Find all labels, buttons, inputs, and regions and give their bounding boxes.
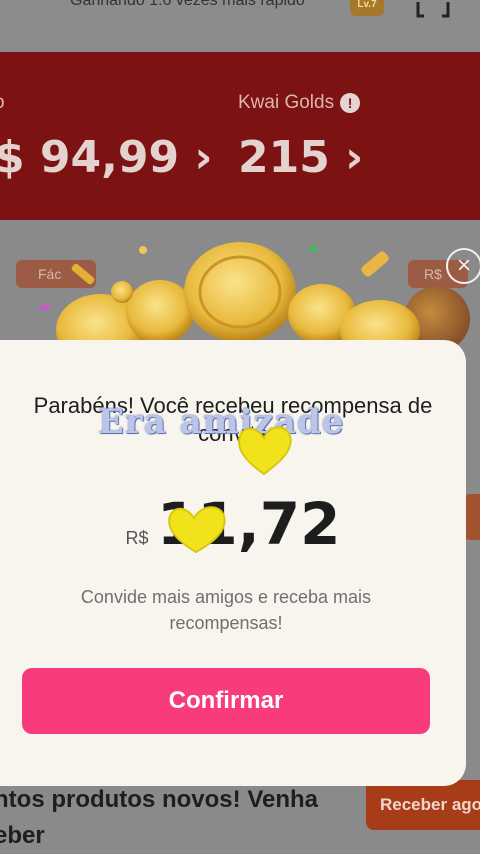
yellow-heart-icon <box>238 426 292 476</box>
footer-promo-text: ntos produtos novos! Venha eber <box>0 786 319 849</box>
golds-label: Kwai Golds <box>238 92 335 113</box>
close-button[interactable]: × <box>446 248 480 284</box>
reward-amount: R$ 11,72 <box>0 490 466 558</box>
level-badge: Lv.7 <box>350 0 384 16</box>
overlay-text: Era amizade <box>98 402 345 442</box>
cash-value[interactable]: $ 94,99 › <box>0 132 213 183</box>
golds-value[interactable]: 215 › <box>238 132 363 183</box>
dialog-subtitle: Convide mais amigos e receba mais recomp… <box>80 587 372 633</box>
coins-illustration <box>36 242 420 350</box>
info-icon[interactable]: ! <box>340 92 361 113</box>
confirm-button[interactable]: Confirmar <box>22 668 430 734</box>
side-button <box>464 494 480 540</box>
cash-label: o <box>0 92 5 114</box>
top-bar: Ganhando 1.6 vezes mais rápido Lv.7 <box>0 0 480 52</box>
scan-icon[interactable] <box>416 2 450 20</box>
yellow-heart-icon <box>168 506 226 554</box>
currency-label: R$ <box>125 528 149 548</box>
golds-label-row: Kwai Golds! <box>238 92 361 114</box>
receive-button[interactable]: Receber ago <box>366 780 480 830</box>
balance-card[interactable]: o $ 94,99 › Kwai Golds! 215 › <box>0 52 480 220</box>
speed-text: Ganhando 1.6 vezes mais rápido <box>70 0 305 9</box>
